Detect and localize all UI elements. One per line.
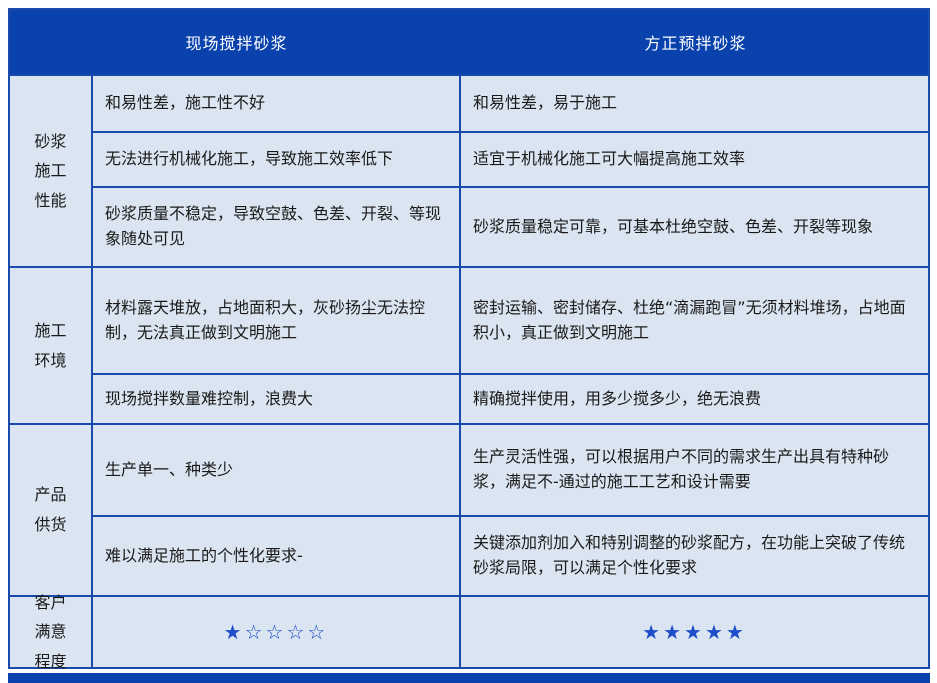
header-fangzheng-mortar: 方正预拌砂浆 bbox=[463, 10, 928, 74]
bottom-accent-bar bbox=[8, 673, 930, 683]
group-product-supply: 产品 供货 生产单一、种类少 生产灵活性强，可以根据用户不同的需求生产出具有特种… bbox=[10, 423, 928, 595]
group-label-customer-satisfaction: 客户 满意 程度 bbox=[10, 597, 93, 667]
cell-fangzheng: 精确搅拌使用，用多少搅多少，绝无浪费 bbox=[461, 373, 928, 423]
star-rating-fangzheng-stars: ★★★★★ bbox=[642, 622, 747, 642]
cell-fangzheng: 适宜于机械化施工可大幅提高施工效率 bbox=[461, 131, 928, 186]
header-onsite-mortar: 现场搅拌砂浆 bbox=[10, 10, 463, 74]
group-construction-environment: 施工 环境 材料露天堆放，占地面积大，灰砂扬尘无法控制，无法真正做到文明施工 密… bbox=[10, 266, 928, 423]
group-label-product-supply: 产品 供货 bbox=[10, 425, 93, 595]
cell-onsite: 砂浆质量不稳定，导致空鼓、色差、开裂、等现象随处可见 bbox=[93, 186, 461, 266]
cell-fangzheng: 生产灵活性强，可以根据用户不同的需求生产出具有特种砂浆，满足不-通过的施工工艺和… bbox=[461, 425, 928, 515]
cell-onsite: 无法进行机械化施工，导致施工效率低下 bbox=[93, 131, 461, 186]
mortar-comparison-table: 现场搅拌砂浆 方正预拌砂浆 砂浆 施工 性能 和易性差，施工性不好 和易性差，易… bbox=[8, 8, 930, 669]
star-rating-fangzheng: ★★★★★ bbox=[461, 597, 928, 667]
cell-fangzheng: 关键添加剂加入和特别调整的砂浆配方，在功能上突破了传统砂浆局限，可以满足个性化要… bbox=[461, 515, 928, 595]
cell-onsite: 难以满足施工的个性化要求- bbox=[93, 515, 461, 595]
cell-fangzheng: 砂浆质量稳定可靠，可基本杜绝空鼓、色差、开裂等现象 bbox=[461, 186, 928, 266]
star-rating-onsite-stars: ★☆☆☆☆ bbox=[224, 622, 329, 642]
cell-onsite: 生产单一、种类少 bbox=[93, 425, 461, 515]
group-label-mortar-performance: 砂浆 施工 性能 bbox=[10, 76, 93, 266]
table-header-row: 现场搅拌砂浆 方正预拌砂浆 bbox=[10, 10, 928, 74]
group-label-construction-environment: 施工 环境 bbox=[10, 268, 93, 423]
cell-fangzheng: 和易性差，易于施工 bbox=[461, 76, 928, 131]
cell-onsite: 和易性差，施工性不好 bbox=[93, 76, 461, 131]
cell-onsite: 现场搅拌数量难控制，浪费大 bbox=[93, 373, 461, 423]
star-rating-onsite: ★☆☆☆☆ bbox=[93, 597, 461, 667]
comparison-table-page: 现场搅拌砂浆 方正预拌砂浆 砂浆 施工 性能 和易性差，施工性不好 和易性差，易… bbox=[8, 8, 930, 683]
group-customer-satisfaction: 客户 满意 程度 ★☆☆☆☆ ★★★★★ bbox=[10, 595, 928, 667]
cell-fangzheng: 密封运输、密封储存、杜绝“滴漏跑冒”无须材料堆场，占地面积小，真正做到文明施工 bbox=[461, 268, 928, 373]
group-mortar-performance: 砂浆 施工 性能 和易性差，施工性不好 和易性差，易于施工 无法进行机械化施工，… bbox=[10, 74, 928, 266]
cell-onsite: 材料露天堆放，占地面积大，灰砂扬尘无法控制，无法真正做到文明施工 bbox=[93, 268, 461, 373]
